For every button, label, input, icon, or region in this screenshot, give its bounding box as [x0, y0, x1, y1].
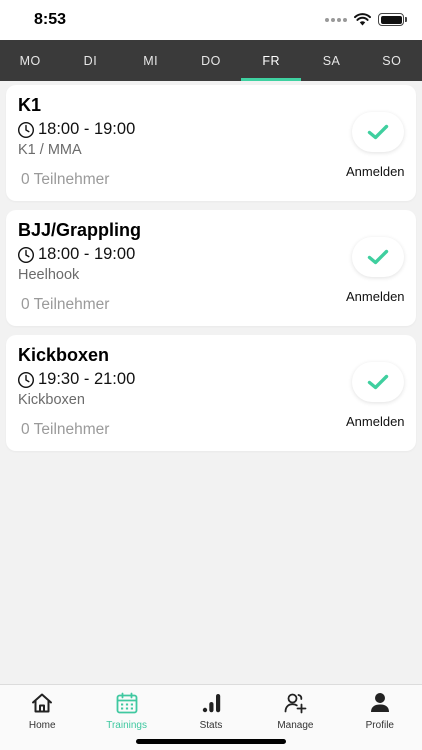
- training-category: Heelhook: [18, 267, 80, 283]
- wifi-icon: [354, 13, 371, 26]
- home-indicator: [136, 739, 286, 744]
- stats-icon: [202, 694, 221, 713]
- training-card[interactable]: K1 18:00 - 19:00 K1 / MMA 0 Teilnehmer A…: [6, 85, 416, 201]
- training-time-text: 18:00 - 19:00: [38, 245, 136, 263]
- training-card[interactable]: Kickboxen 19:30 - 21:00 Kickboxen 0 Teil…: [6, 335, 416, 451]
- signup-label[interactable]: Anmelden: [346, 164, 405, 179]
- nav-profile[interactable]: Profile: [338, 685, 422, 750]
- checkmark-icon: [367, 124, 389, 140]
- tab-sunday[interactable]: SO: [362, 40, 422, 81]
- battery-icon: [378, 13, 407, 26]
- training-title: Kickboxen: [18, 345, 110, 365]
- signup-label[interactable]: Anmelden: [346, 414, 405, 429]
- signup-check-button[interactable]: [352, 362, 404, 402]
- tab-label: DO: [201, 53, 221, 68]
- training-time: 19:30 - 21:00: [17, 370, 135, 389]
- calendar-icon: [116, 692, 138, 714]
- status-time: 8:53: [34, 11, 67, 28]
- tab-label: MO: [19, 53, 41, 68]
- training-category: K1 / MMA: [18, 142, 82, 158]
- signup-label[interactable]: Anmelden: [346, 289, 405, 304]
- nav-label: Manage: [277, 720, 314, 731]
- profile-icon: [370, 693, 389, 712]
- checkmark-icon: [367, 249, 389, 265]
- participants-count: 0 Teilnehmer: [21, 421, 110, 438]
- training-time: 18:00 - 19:00: [17, 120, 135, 139]
- status-bar: 8:53: [0, 0, 422, 40]
- training-time-text: 18:00 - 19:00: [38, 120, 136, 138]
- tab-wednesday[interactable]: MI: [121, 40, 181, 81]
- training-time: 18:00 - 19:00: [17, 245, 135, 264]
- day-tabs: MO DI MI DO FR SA SO: [0, 40, 422, 81]
- nav-label: Stats: [199, 720, 223, 731]
- clock-icon: [17, 246, 35, 263]
- tab-tuesday[interactable]: DI: [60, 40, 120, 81]
- training-category: Kickboxen: [18, 392, 85, 408]
- clock-icon: [17, 121, 35, 138]
- tab-label: DI: [83, 53, 98, 68]
- status-icons: [325, 13, 407, 26]
- nav-label: Profile: [365, 720, 394, 731]
- training-time-text: 19:30 - 21:00: [38, 370, 136, 388]
- participants-count: 0 Teilnehmer: [21, 171, 110, 188]
- signal-dots-icon: [325, 17, 347, 22]
- checkmark-icon: [367, 374, 389, 390]
- training-title: K1: [18, 95, 42, 115]
- nav-label: Trainings: [106, 720, 147, 731]
- tab-saturday[interactable]: SA: [301, 40, 361, 81]
- signup-check-button[interactable]: [352, 112, 404, 152]
- nav-home[interactable]: Home: [0, 685, 84, 750]
- training-title: BJJ/Grappling: [18, 220, 142, 240]
- tab-thursday[interactable]: DO: [181, 40, 241, 81]
- training-card[interactable]: BJJ/Grappling 18:00 - 19:00 Heelhook 0 T…: [6, 210, 416, 326]
- tab-monday[interactable]: MO: [0, 40, 60, 81]
- nav-label: Home: [28, 720, 56, 731]
- tab-label: SA: [322, 53, 341, 68]
- tab-label: MI: [143, 53, 159, 68]
- tab-label: FR: [262, 53, 281, 68]
- add-user-icon: [285, 693, 307, 714]
- home-icon: [32, 693, 53, 713]
- participants-count: 0 Teilnehmer: [21, 296, 110, 313]
- clock-icon: [17, 371, 35, 388]
- training-list: K1 18:00 - 19:00 K1 / MMA 0 Teilnehmer A…: [6, 85, 416, 460]
- tab-label: SO: [382, 53, 402, 68]
- signup-check-button[interactable]: [352, 237, 404, 277]
- tab-friday[interactable]: FR: [241, 40, 302, 81]
